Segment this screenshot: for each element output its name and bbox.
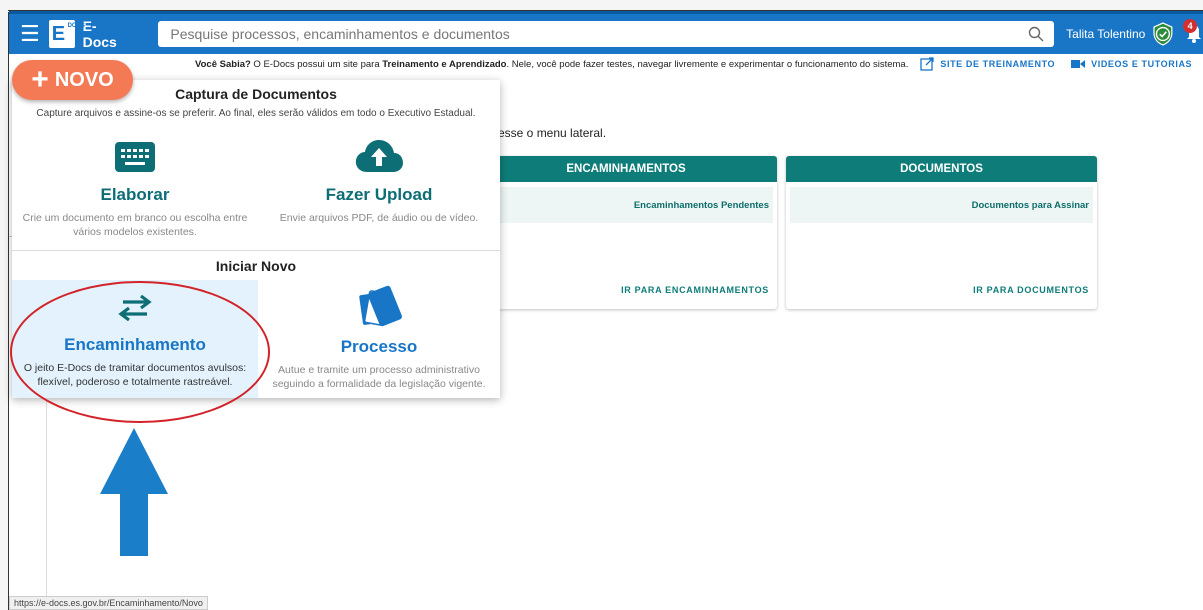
search-input[interactable]: [170, 26, 1055, 42]
keyboard-icon: [115, 142, 155, 172]
info-strip: Você Sabia? O E-Docs possui um site para…: [195, 56, 1203, 72]
info-bold-2: Treinamento e Aprendizado: [382, 58, 507, 70]
annotation-up-arrow-icon: [100, 428, 168, 556]
start-section-title: Iniciar Novo: [215, 258, 297, 274]
info-text-2: . Nele, você pode fazer testes, navegar …: [506, 58, 909, 70]
elaborar-title: Elaborar: [100, 185, 170, 204]
encaminhamento-title: Encaminhamento: [64, 335, 206, 354]
cloud-upload-icon: [355, 140, 403, 172]
external-link-icon: [920, 57, 935, 71]
processo-desc-line-1: Autue e tramite um processo administrati…: [278, 364, 480, 376]
logo-mark: E DOCS: [48, 20, 85, 48]
app-name: E-Docs: [82, 18, 117, 50]
processo-desc-line-2: seguindo a formalidade da legislação vig…: [272, 378, 486, 390]
logo-letter: E: [51, 22, 66, 45]
encaminhamento-desc-line-2: flexível, poderoso e totalmente rastreáv…: [37, 376, 233, 388]
video-camera-icon: [1071, 60, 1086, 68]
training-site-link[interactable]: SITE DE TREINAMENTO: [920, 57, 1055, 71]
encaminhamento-desc-line-1: O jeito E-Docs de tramitar documentos av…: [23, 362, 247, 374]
upload-desc: Envie arquivos PDF, de áudio ou de vídeo…: [258, 211, 500, 225]
new-button[interactable]: + NOVO: [12, 60, 133, 100]
upload-title: Fazer Upload: [325, 185, 433, 204]
elaborar-desc-line-2: vários modelos existentes.: [73, 226, 197, 238]
search-bar: [158, 21, 1055, 47]
upload-option[interactable]: Fazer Upload Envie arquivos PDF, de áudi…: [258, 136, 500, 246]
processo-desc: Autue e tramite um processo administrati…: [258, 363, 500, 391]
encaminhamento-option[interactable]: Encaminhamento O jeito E-Docs de tramita…: [12, 280, 258, 398]
training-site-label: SITE DE TREINAMENTO: [940, 59, 1056, 69]
frame-border-left: [8, 12, 9, 610]
swap-arrows-icon: [118, 294, 152, 322]
pending-forwardings-row[interactable]: Encaminhamentos Pendentes: [479, 187, 773, 223]
hamburger-menu-icon[interactable]: ☰: [13, 14, 47, 54]
verified-shield-icon[interactable]: [1151, 22, 1175, 46]
encaminhamento-desc: O jeito E-Docs de tramitar documentos av…: [12, 361, 258, 389]
plus-icon: +: [31, 63, 49, 96]
sidebar-edge-line: [46, 400, 47, 610]
elaborar-desc-line-1: Crie um documento em branco ou escolha e…: [22, 212, 248, 224]
info-text-1: O E-Docs possui um site para: [250, 58, 383, 70]
info-lead: Você Sabia?: [195, 58, 251, 70]
folders-icon: [359, 285, 402, 327]
user-name[interactable]: Talita Tolentino: [1066, 27, 1145, 41]
processo-option[interactable]: Processo Autue e tramite um processo adm…: [258, 280, 500, 398]
documents-to-sign-row[interactable]: Documentos para Assinar: [790, 187, 1093, 223]
new-item-menu: Captura de Documentos Capture arquivos e…: [12, 80, 500, 398]
new-button-label: NOVO: [54, 68, 114, 91]
app-bar: ☰ E DOCS E-Docs Talita Tolentino 4: [9, 14, 1203, 54]
notifications-bell-icon[interactable]: 4: [1183, 19, 1203, 49]
videos-tutorials-link[interactable]: VIDEOS E TUTORIAS: [1071, 59, 1192, 69]
page-hint-text: cesse o menu lateral.: [492, 126, 607, 140]
videos-tutorials-label: VIDEOS E TUTORIAS: [1091, 59, 1193, 69]
app-logo[interactable]: E DOCS E-Docs: [48, 18, 131, 50]
go-to-forwardings-link[interactable]: IR PARA ENCAMINHAMENTOS: [621, 285, 769, 295]
upload-desc-line-1: Envie arquivos PDF, de áudio ou de vídeo…: [279, 212, 479, 224]
go-to-documents-link[interactable]: IR PARA DOCUMENTOS: [973, 285, 1089, 295]
forwardings-card-header: ENCAMINHAMENTOS: [475, 156, 777, 182]
logo-sub: DOCS: [67, 23, 85, 29]
status-bar-url: https://e-docs.es.gov.br/Encaminhamento/…: [9, 596, 208, 610]
menu-section-separator: [12, 250, 500, 251]
documents-card-header: DOCUMENTOS: [786, 156, 1097, 182]
search-icon[interactable]: [1028, 26, 1044, 42]
capture-section-desc: Capture arquivos e assine-os se preferir…: [36, 108, 476, 119]
elaborar-option[interactable]: Elaborar Crie um documento em branco ou …: [12, 136, 258, 246]
processo-title: Processo: [340, 337, 418, 356]
forwardings-card: ENCAMINHAMENTOS Encaminhamentos Pendente…: [475, 156, 777, 309]
documents-card: DOCUMENTOS Documentos para Assinar IR PA…: [786, 156, 1097, 309]
elaborar-desc: Crie um documento em branco ou escolha e…: [12, 211, 258, 239]
